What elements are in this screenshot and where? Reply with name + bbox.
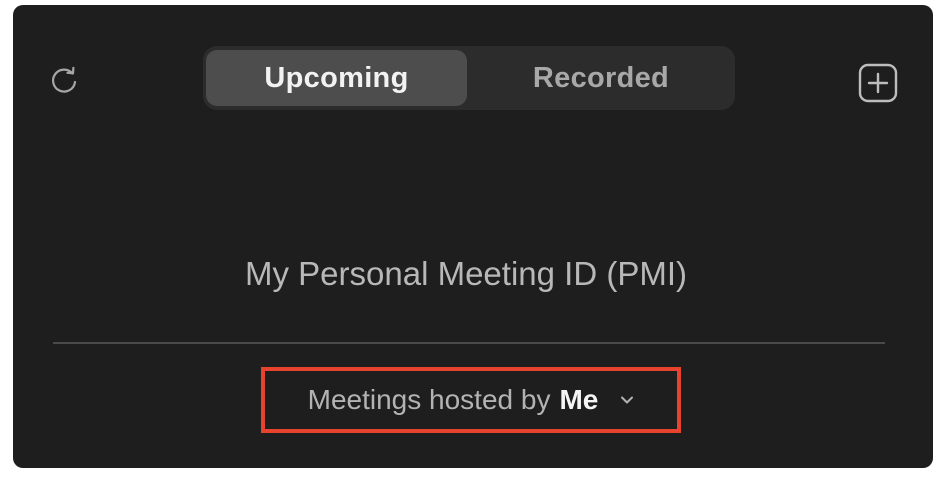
filter-selected-value: Me <box>559 384 599 415</box>
refresh-button[interactable] <box>47 63 83 99</box>
divider <box>53 342 885 344</box>
tab-upcoming[interactable]: Upcoming <box>206 50 467 106</box>
meetings-tab-switcher: Upcoming Recorded <box>203 46 735 110</box>
refresh-icon <box>52 66 77 93</box>
filter-label: Meetings hosted by <box>307 384 551 415</box>
personal-meeting-id-item[interactable]: My Personal Meeting ID (PMI) <box>13 255 919 293</box>
add-meeting-button[interactable] <box>856 61 900 105</box>
tab-recorded[interactable]: Recorded <box>473 50 729 106</box>
chevron-down-icon <box>620 395 634 405</box>
meetings-host-filter-dropdown[interactable]: Meetings hosted by Me <box>261 367 681 433</box>
plus-square-icon <box>858 63 898 103</box>
meetings-panel: Upcoming Recorded My Personal Meeting ID… <box>13 5 933 468</box>
